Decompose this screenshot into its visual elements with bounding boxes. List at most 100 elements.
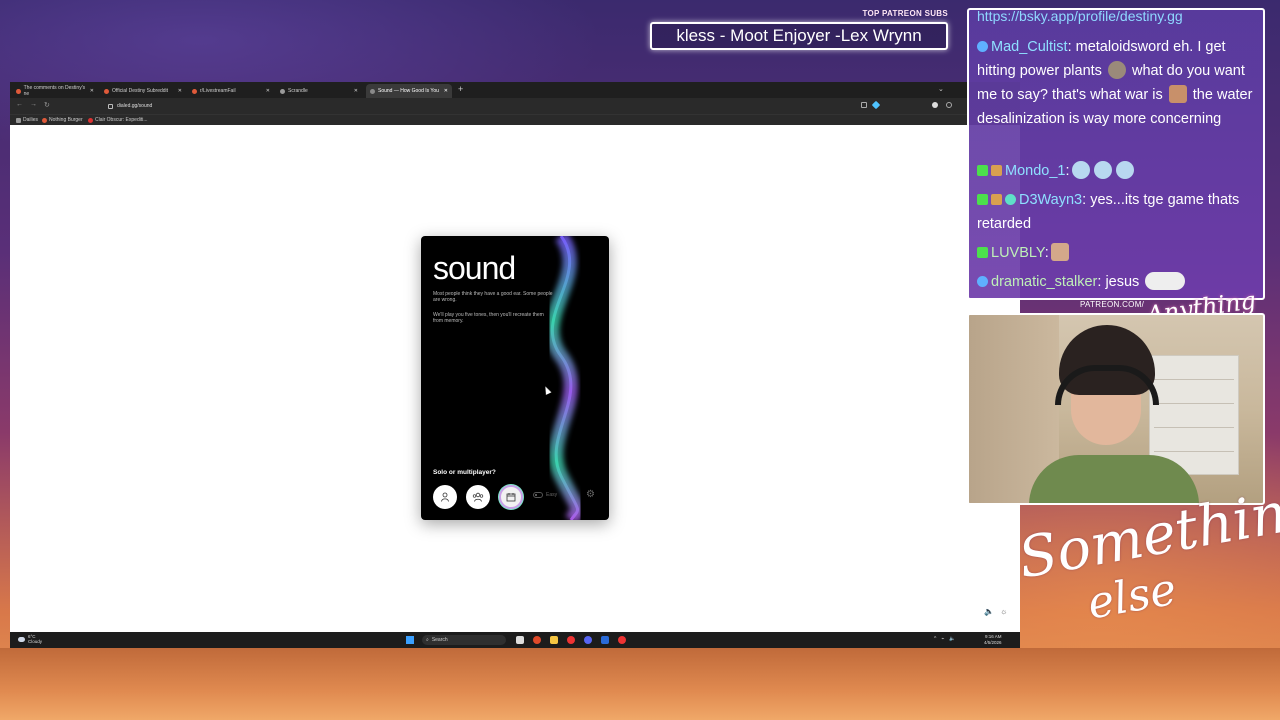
overlay-bottom-art [0, 648, 1280, 720]
daily-button[interactable] [499, 485, 523, 509]
chat-message: Mondo_1: [977, 159, 1259, 183]
patreon-label: PATREON.COM/ [1080, 300, 1145, 309]
cloud-icon [18, 636, 25, 642]
tab-destiny-comments[interactable]: The comments on Destiny's ne ✕ [12, 84, 98, 98]
webcam-feed [967, 313, 1265, 505]
multiplayer-button[interactable] [466, 485, 490, 509]
windows-taskbar: 6°C Cloudy ⌕ Search ^ ⌁ 🔈 9:16 AM 4/5/2026 [10, 632, 1020, 648]
mode-question: Solo or multiplayer? [433, 469, 496, 476]
tab-livestreamfail[interactable]: r/LivestreamFail ✕ [188, 84, 274, 98]
badge-icon [977, 247, 988, 258]
chat-message: Mad_Cultist: metaloidsword eh. I get hit… [977, 39, 1253, 127]
emote-icon [1107, 61, 1126, 79]
folder-icon [16, 117, 21, 123]
tab-sound[interactable]: Sound — How Good Is You ✕ [366, 84, 452, 98]
solo-button[interactable] [433, 485, 457, 509]
chevron-down-icon[interactable]: ⌄ [938, 85, 944, 93]
sound-card: sound Most people think they have a good… [421, 236, 609, 520]
reddit-icon [104, 88, 109, 94]
emote-icon [1071, 161, 1090, 179]
discord-icon[interactable] [584, 636, 592, 644]
badge-icon [977, 165, 988, 176]
chat-message: D3Wayn3: yes...its tge game thats retard… [977, 192, 1240, 232]
reddit-icon [16, 88, 21, 94]
volume-icon[interactable]: 🔈 [984, 607, 994, 616]
streamer-shirt [1029, 455, 1199, 503]
reddit-icon [192, 88, 197, 94]
windows-start-icon[interactable] [406, 636, 414, 644]
chevron-up-icon[interactable]: ^ [934, 636, 936, 642]
extension-icon[interactable] [932, 102, 938, 108]
close-icon[interactable]: ✕ [354, 88, 358, 94]
drawer [1154, 432, 1234, 452]
scrandle-icon [280, 88, 285, 94]
stream-chat: https://bsky.app/profile/destiny.gg Mad_… [967, 8, 1265, 300]
volume-icon[interactable]: 🔈 [949, 636, 955, 642]
badge-icon [977, 41, 988, 52]
browser-toolbar: ← → ↻ dialed.gg/sound [10, 98, 1020, 114]
address-bar[interactable]: dialed.gg/sound [106, 101, 856, 111]
close-icon[interactable]: ✕ [90, 88, 94, 94]
calendar-icon [506, 493, 516, 502]
emote-icon [1115, 161, 1134, 179]
bookmarks-bar: Dailies Nothing Burger Clair Obscur: Exp… [10, 114, 1020, 125]
reload-button[interactable]: ↻ [44, 101, 50, 109]
chat-link: https://bsky.app/profile/destiny.gg [977, 8, 1183, 24]
bookmark-nothing-burger[interactable]: Nothing Burger [42, 117, 83, 123]
tab-scrandle[interactable]: Scrandle ✕ [276, 84, 362, 98]
app-icon-red[interactable] [567, 636, 575, 644]
reader-mode-icon[interactable] [861, 102, 867, 108]
system-tray: ^ ⌁ 🔈 [934, 636, 956, 642]
sound-title: sound [433, 250, 516, 286]
profile-icon[interactable] [946, 102, 952, 108]
steam-icon[interactable] [601, 636, 609, 644]
bookmark-star-icon[interactable] [871, 100, 881, 110]
search-icon: ⌕ [426, 637, 429, 643]
group-icon [472, 492, 484, 502]
top-subs-banner: kless - Moot Enjoyer -Lex Wrynn [650, 22, 948, 50]
browser-app-icon[interactable] [533, 636, 541, 644]
badge-icon [991, 165, 1002, 176]
tab-destiny-subreddit[interactable]: Official Destiny Subreddit ✕ [100, 84, 186, 98]
file-explorer-icon[interactable] [550, 636, 558, 644]
instructions-text: We'll play you five tones, then you'll r… [433, 312, 544, 324]
top-subs-label: TOP PATREON SUBS [862, 9, 948, 18]
reddit-icon [42, 117, 47, 123]
emote-icon [1050, 243, 1069, 261]
drawer [1154, 384, 1234, 404]
close-icon[interactable]: ✕ [178, 88, 182, 94]
theme-toggle-icon[interactable]: ☼ [1000, 607, 1007, 616]
youtube-icon [88, 117, 93, 123]
bookmark-dailies[interactable]: Dailies [16, 117, 38, 123]
chat-message: LUVBLY: [977, 241, 1259, 265]
badge-icon [1005, 194, 1016, 205]
intro-text: Most people think they have a good ear. … [433, 291, 553, 303]
page-corner-controls: 🔈 ☼ [984, 607, 1007, 616]
taskbar-clock[interactable]: 9:16 AM 4/5/2026 [984, 634, 1002, 645]
badge-icon [977, 194, 988, 205]
drawer [1154, 360, 1234, 380]
sound-favicon [370, 88, 375, 94]
obs-icon[interactable] [618, 636, 626, 644]
taskbar-search[interactable]: ⌕ Search [422, 635, 506, 645]
emote-icon [1093, 161, 1112, 179]
weather-widget[interactable]: 6°C Cloudy [18, 634, 42, 644]
emote-icon [1145, 272, 1186, 290]
toggle-switch[interactable] [533, 492, 543, 498]
tab-bar: The comments on Destiny's ne ✕ Official D… [10, 82, 1020, 98]
close-icon[interactable]: ✕ [266, 88, 270, 94]
emote-icon [1168, 85, 1187, 103]
easy-mode-toggle[interactable]: Easy [533, 492, 557, 498]
task-view-icon[interactable] [516, 636, 524, 644]
bookmark-clair-obscur[interactable]: Clair Obscur: Expediti... [88, 117, 148, 123]
forward-button[interactable]: → [30, 101, 37, 108]
person-icon [441, 492, 449, 502]
drawer [1154, 408, 1234, 428]
back-button[interactable]: ← [16, 101, 23, 108]
badge-icon [977, 276, 988, 287]
new-tab-button[interactable]: + [458, 84, 463, 94]
network-icon[interactable]: ⌁ [941, 636, 944, 642]
close-icon[interactable]: ✕ [444, 88, 448, 94]
site-info-icon[interactable] [108, 103, 113, 109]
gear-icon[interactable]: ⚙ [586, 489, 595, 500]
